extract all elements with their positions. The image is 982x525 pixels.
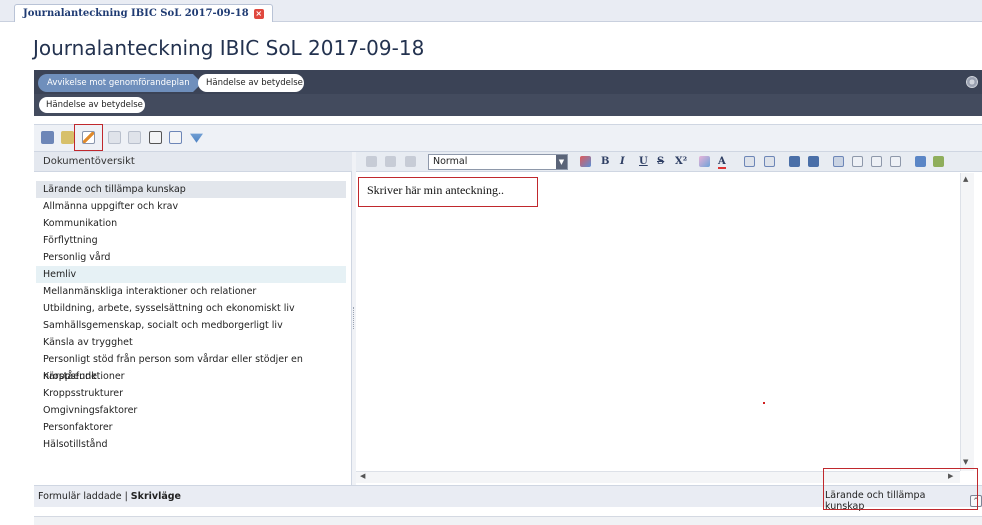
outdent-icon[interactable] (789, 156, 800, 167)
scroll-left-icon[interactable]: ◀ (360, 472, 365, 480)
list-item[interactable]: Personligt stöd från person som vårdar e… (36, 351, 346, 382)
editor-area[interactable] (356, 173, 974, 471)
bold-button[interactable]: B (601, 155, 609, 169)
table-icon[interactable] (915, 156, 926, 167)
breadcrumb-step-deviation[interactable]: Avvikelse mot genomförandeplan (38, 74, 202, 92)
page-title: Journalanteckning IBIC SoL 2017-09-18 (33, 36, 425, 60)
page-icon[interactable] (149, 131, 162, 144)
indent-icon[interactable] (808, 156, 819, 167)
image-icon[interactable] (933, 156, 944, 167)
save-icon[interactable] (41, 131, 54, 144)
align-center-icon[interactable] (852, 156, 863, 167)
list-item[interactable]: Förflyttning (36, 232, 346, 249)
document-icon[interactable] (108, 131, 121, 144)
list-item[interactable]: Allmänna uppgifter och krav (36, 198, 346, 215)
paragraph-style-select[interactable]: Normal (428, 154, 568, 170)
underline-button[interactable]: U (639, 155, 648, 169)
format-painter-icon[interactable] (580, 156, 591, 167)
align-justify-icon[interactable] (890, 156, 901, 167)
font-color-button[interactable]: A (718, 155, 726, 169)
strikethrough-button[interactable]: S (657, 155, 664, 169)
close-icon[interactable]: × (253, 8, 264, 19)
list-item[interactable]: Kroppsfunktioner (36, 368, 346, 385)
list-item[interactable]: Omgivningsfaktorer (36, 402, 346, 419)
list-item[interactable]: Hemliv (36, 266, 346, 283)
list-item[interactable]: Kroppsstrukturer (36, 385, 346, 402)
list-item[interactable]: Kommunikation (36, 215, 346, 232)
list-item[interactable]: Lärande och tillämpa kunskap (36, 181, 346, 198)
editor-content-highlight (358, 177, 538, 207)
page-lines-icon[interactable] (169, 131, 182, 144)
gear-icon[interactable] (966, 76, 978, 88)
status-prefix: Formulär laddade | (38, 491, 131, 502)
list-item[interactable]: Hälsotillstånd (36, 436, 346, 453)
vertical-scrollbar[interactable] (960, 173, 974, 471)
superscript-button[interactable]: X² (675, 155, 687, 169)
marker-dot (763, 402, 765, 404)
align-right-icon[interactable] (871, 156, 882, 167)
edit-highlight (74, 124, 103, 151)
document-tab-label: Journalanteckning IBIC SoL 2017-09-18 (23, 8, 249, 19)
splitter-grip-icon[interactable] (353, 307, 355, 329)
breadcrumb-sub-event[interactable]: Händelse av betydelse (39, 97, 145, 113)
copy-icon[interactable] (128, 131, 141, 144)
bulleted-list-icon[interactable] (764, 156, 775, 167)
scroll-up-icon[interactable]: ▲ (963, 175, 968, 183)
list-item[interactable]: Personlig vård (36, 249, 346, 266)
italic-button[interactable]: I (620, 155, 625, 169)
list-item[interactable]: Mellanmänskliga interaktioner och relati… (36, 283, 346, 300)
copy-icon[interactable] (385, 156, 396, 167)
align-left-icon[interactable] (833, 156, 844, 167)
highlight-icon[interactable] (699, 156, 710, 167)
status-mode: Skrivläge (130, 491, 182, 502)
attach-icon[interactable] (61, 131, 74, 144)
list-item[interactable]: Samhällsgemenskap, socialt och medborger… (36, 317, 346, 334)
document-tab[interactable]: Journalanteckning IBIC SoL 2017-09-18 × (14, 4, 273, 22)
page-horizontal-scrollbar[interactable] (34, 516, 982, 525)
list-item[interactable]: Utbildning, arbete, sysselsättning och e… (36, 300, 346, 317)
cut-icon[interactable] (366, 156, 377, 167)
status-section-highlight (823, 468, 978, 510)
list-item[interactable]: Personfaktorer (36, 419, 346, 436)
list-item[interactable]: Känsla av trygghet (36, 334, 346, 351)
paste-icon[interactable] (405, 156, 416, 167)
document-overview-header: Dokumentöversikt (34, 152, 352, 172)
status-text: Formulär laddade | Skrivläge (38, 491, 181, 502)
breadcrumb-step-event[interactable]: Händelse av betydelse (198, 74, 304, 92)
numbered-list-icon[interactable] (744, 156, 755, 167)
document-overview-list: Lärande och tillämpa kunskap Allmänna up… (36, 181, 346, 453)
chevron-down-icon[interactable]: ▼ (556, 155, 567, 169)
scroll-down-icon[interactable]: ▼ (963, 458, 968, 466)
sub-breadcrumb-bar (34, 94, 982, 116)
